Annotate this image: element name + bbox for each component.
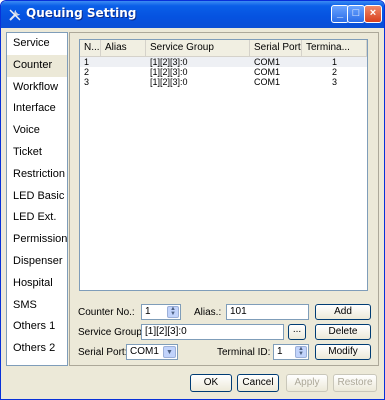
cell-service-group: [1][2][3]:0	[150, 67, 188, 77]
cell-serial-port: COM1	[254, 67, 281, 77]
counter-no-stepper[interactable]: 1 ▲ ▼	[141, 304, 181, 320]
cell-no: 3	[84, 77, 90, 87]
apply-button[interactable]: Apply	[286, 374, 328, 392]
cell-service-group: [1][2][3]:0	[150, 77, 188, 87]
cell-no: 2	[84, 67, 90, 77]
service-group-value: [1][2][3]:0	[145, 326, 187, 337]
serial-port-select[interactable]: COM1 ▼	[126, 344, 178, 360]
terminal-id-stepper[interactable]: 1 ▲ ▼	[273, 344, 309, 360]
browse-service-group-button[interactable]: ...	[288, 324, 306, 340]
terminal-id-label: Terminal ID:	[217, 347, 271, 358]
column-header-alias[interactable]: Alias	[101, 40, 146, 57]
close-button[interactable]: ×	[364, 5, 382, 23]
delete-button[interactable]: Delete	[315, 324, 371, 340]
modify-button[interactable]: Modify	[315, 344, 371, 360]
nav-item-interface[interactable]: Interface	[7, 98, 67, 120]
cell-service-group: [1][2][3]:0	[150, 57, 188, 67]
cell-alias	[101, 77, 146, 87]
table-row[interactable]: 3 [1][2][3]:0 COM1 3	[80, 77, 367, 87]
list-header: N... Alias Service Group Serial Port Ter…	[80, 40, 367, 57]
column-header-service-group[interactable]: Service Group	[146, 40, 250, 57]
spinner-down-icon[interactable]: ▼	[168, 311, 178, 317]
alias-label: Alias.:	[194, 307, 222, 318]
alias-value: 101	[230, 306, 247, 317]
nav-item-others-1[interactable]: Others 1	[7, 316, 67, 338]
cell-serial-port: COM1	[254, 77, 281, 87]
nav-item-counter[interactable]: Counter	[7, 54, 67, 77]
cell-serial-port: COM1	[254, 57, 281, 67]
nav-item-others-2[interactable]: Others 2	[7, 338, 67, 360]
table-row[interactable]: 2 [1][2][3]:0 COM1 2	[80, 67, 367, 77]
cell-terminal: 2	[331, 67, 337, 77]
maximize-button[interactable]: □	[347, 5, 365, 23]
service-group-input[interactable]: [1][2][3]:0	[141, 324, 284, 340]
counter-panel: N... Alias Service Group Serial Port Ter…	[69, 32, 379, 366]
nav-item-workflow[interactable]: Workflow	[7, 77, 67, 99]
nav-item-service[interactable]: Service	[7, 33, 67, 55]
add-button[interactable]: Add	[315, 304, 371, 320]
table-row[interactable]: 1 [1][2][3]:0 COM1 1	[80, 57, 367, 67]
nav-item-permission[interactable]: Permission	[7, 229, 67, 251]
nav-item-sms[interactable]: SMS	[7, 295, 67, 317]
counter-no-label: Counter No.:	[78, 307, 135, 318]
alias-input[interactable]: 101	[226, 304, 309, 320]
serial-port-value: COM1	[130, 346, 159, 357]
terminal-id-value: 1	[277, 346, 283, 357]
settings-nav: Service Counter Workflow Interface Voice…	[6, 32, 68, 366]
nav-item-ticket[interactable]: Ticket	[7, 142, 67, 164]
ok-button[interactable]: OK	[190, 374, 232, 392]
tools-icon	[9, 9, 21, 21]
counter-list[interactable]: N... Alias Service Group Serial Port Ter…	[79, 39, 368, 291]
nav-item-led-ext[interactable]: LED Ext.	[7, 207, 67, 229]
column-header-terminal[interactable]: Termina...	[302, 40, 367, 57]
queuing-setting-window: Queuing Setting _ □ × Service Counter Wo…	[0, 0, 385, 400]
column-header-serial-port[interactable]: Serial Port	[250, 40, 302, 57]
counter-no-value: 1	[145, 306, 151, 317]
cell-alias	[101, 57, 146, 67]
nav-item-led-basic[interactable]: LED Basic	[7, 186, 67, 208]
nav-item-restriction[interactable]: Restriction	[7, 164, 67, 186]
restore-button[interactable]: Restore	[333, 374, 377, 392]
chevron-down-icon[interactable]: ▼	[163, 346, 176, 358]
cell-terminal: 1	[331, 57, 337, 67]
counter-no-spinner[interactable]: ▲ ▼	[167, 306, 179, 318]
title-bar[interactable]: Queuing Setting _ □ ×	[1, 1, 384, 28]
serial-port-label: Serial Port:	[78, 347, 128, 358]
cell-no: 1	[84, 57, 90, 67]
nav-item-dispenser[interactable]: Dispenser	[7, 251, 67, 273]
spinner-down-icon[interactable]: ▼	[296, 351, 306, 357]
nav-item-hospital[interactable]: Hospital	[7, 273, 67, 295]
cell-alias	[101, 67, 146, 77]
service-group-label: Service Group:	[78, 327, 145, 338]
nav-item-voice[interactable]: Voice	[7, 120, 67, 142]
cancel-button[interactable]: Cancel	[237, 374, 279, 392]
column-header-no[interactable]: N...	[80, 40, 101, 57]
terminal-id-spinner[interactable]: ▲ ▼	[295, 346, 307, 358]
cell-terminal: 3	[331, 77, 337, 87]
window-title: Queuing Setting	[26, 6, 137, 20]
